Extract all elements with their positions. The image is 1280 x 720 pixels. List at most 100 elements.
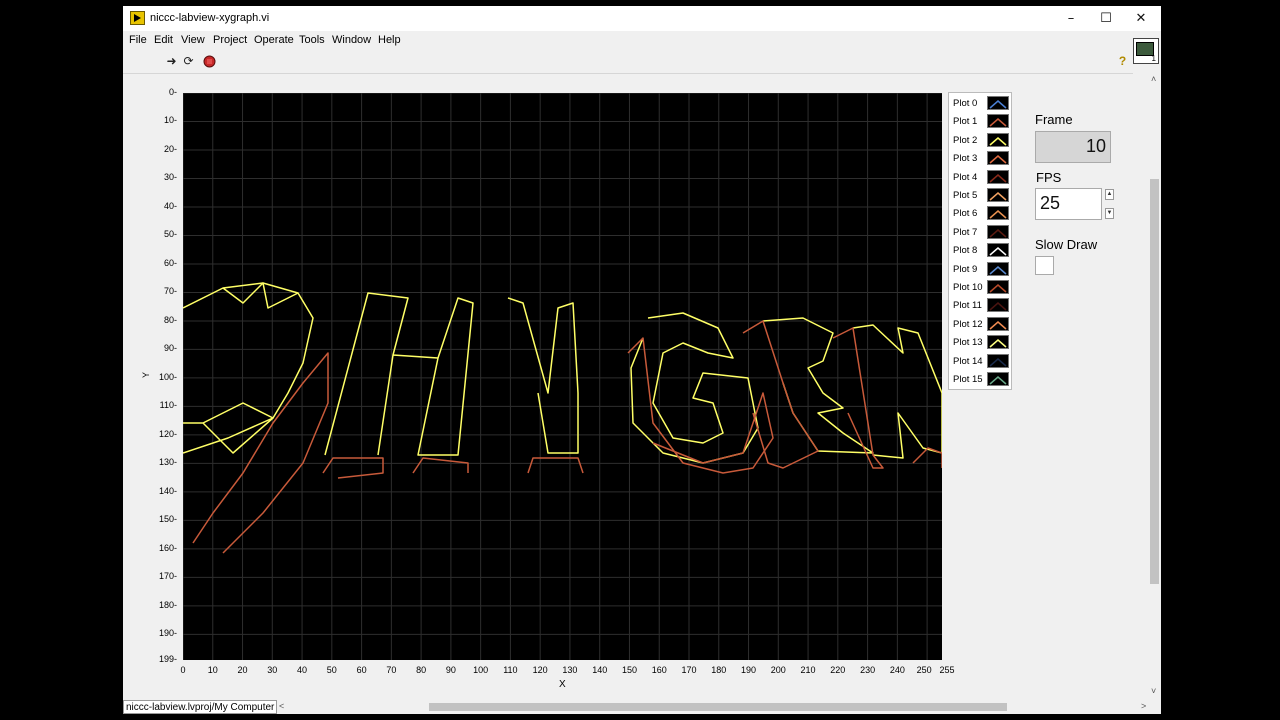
legend-item-label: Plot 3: [953, 153, 978, 165]
legend-item[interactable]: Plot 12: [949, 315, 1011, 333]
legend-swatch-icon: [987, 243, 1009, 258]
toolbar: ➜ ⟳ ?: [123, 51, 1133, 74]
y-tick-label: 120-: [158, 428, 177, 439]
menu-tools[interactable]: Tools: [299, 34, 325, 46]
legend-item[interactable]: Plot 5: [949, 186, 1011, 204]
x-tick-label: 90: [445, 665, 456, 675]
legend-swatch-icon: [987, 353, 1009, 368]
x-tick-label: 100: [473, 665, 489, 675]
context-help-icon[interactable]: ?: [1115, 54, 1130, 69]
menu-window[interactable]: Window: [332, 34, 371, 46]
scroll-right-icon[interactable]: ˃: [1141, 701, 1146, 711]
legend-item[interactable]: Plot 9: [949, 260, 1011, 278]
minimize-button[interactable]: –: [1053, 6, 1089, 31]
legend-swatch-icon: [987, 298, 1009, 313]
abort-execution-icon[interactable]: [202, 54, 217, 69]
menu-edit[interactable]: Edit: [154, 34, 173, 46]
legend-swatch-icon: [987, 261, 1009, 276]
menu-project[interactable]: Project: [213, 34, 247, 46]
scroll-up-icon[interactable]: ˄: [1151, 74, 1156, 84]
front-panel: Y X Plot 0 Plot 1 Plot 2 Plot 3 Plot 4 Plot 5…: [123, 74, 1148, 700]
y-axis-label: Y: [141, 371, 152, 379]
x-tick-label: 250: [916, 665, 932, 675]
legend-item[interactable]: Plot 8: [949, 241, 1011, 259]
legend-item[interactable]: Plot 3: [949, 149, 1011, 167]
y-tick-label: 90-: [163, 343, 177, 354]
legend-swatch-icon: [987, 206, 1009, 221]
x-tick-label: 110: [503, 665, 518, 675]
legend-swatch-icon: [987, 316, 1009, 331]
run-arrow-icon[interactable]: ➜: [164, 54, 179, 69]
legend-item[interactable]: Plot 10: [949, 278, 1011, 296]
fps-increment-icon[interactable]: ▲: [1105, 189, 1114, 200]
legend-swatch-icon: [987, 188, 1009, 202]
xy-graph-plot-area[interactable]: [182, 92, 943, 660]
vertical-scroll-thumb[interactable]: [1150, 179, 1159, 584]
legend-item-label: Plot 9: [953, 263, 978, 275]
legend-item[interactable]: Plot 11: [949, 296, 1011, 314]
legend-swatch-icon: [987, 224, 1009, 239]
horizontal-scrollbar[interactable]: niccc-labview.lvproj/My Computer ˂ ˃: [123, 700, 1161, 714]
x-tick-label: 50: [326, 665, 337, 675]
legend-item[interactable]: Plot 0: [949, 94, 1011, 112]
fps-decrement-icon[interactable]: ▼: [1105, 208, 1114, 219]
x-tick-label: 170: [681, 665, 697, 675]
x-tick-label: 240: [889, 665, 905, 675]
scroll-down-icon[interactable]: ˅: [1151, 686, 1156, 696]
plot-legend[interactable]: Plot 0 Plot 1 Plot 2 Plot 3 Plot 4 Plot 5 Plot…: [948, 92, 1012, 390]
legend-item[interactable]: Plot 6: [949, 204, 1011, 222]
wireframe-plot-trace: [527, 457, 584, 474]
legend-item-label: Plot 10: [953, 282, 983, 293]
wireframe-plot-trace: [742, 320, 819, 469]
y-tick-label: 170-: [158, 571, 177, 582]
x-tick-label: 60: [356, 665, 367, 675]
legend-item-label: Plot 4: [953, 171, 978, 183]
x-tick-label: 200: [770, 665, 786, 675]
legend-item[interactable]: Plot 15: [949, 370, 1011, 388]
run-continuously-icon[interactable]: ⟳: [181, 54, 196, 69]
legend-item[interactable]: Plot 14: [949, 352, 1011, 370]
slow-draw-checkbox[interactable]: [1035, 256, 1054, 275]
legend-item[interactable]: Plot 1: [949, 112, 1011, 130]
x-tick-label: 130: [562, 665, 578, 675]
y-tick-label: 20-: [163, 143, 177, 154]
horizontal-scroll-thumb[interactable]: [429, 703, 1007, 711]
wireframe-plot-trace: [182, 282, 314, 454]
legend-item-label: Plot 14: [953, 355, 983, 367]
scroll-left-icon[interactable]: ˂: [279, 701, 284, 711]
menu-view[interactable]: View: [181, 34, 205, 46]
menu-file[interactable]: File: [129, 34, 147, 46]
y-tick-label: 180-: [158, 599, 177, 610]
legend-item[interactable]: Plot 13: [949, 333, 1011, 351]
y-tick-label: 190-: [158, 628, 177, 639]
legend-item[interactable]: Plot 4: [949, 168, 1011, 186]
x-tick-label: 120: [532, 665, 548, 675]
legend-swatch-icon: [987, 151, 1009, 166]
legend-item[interactable]: Plot 2: [949, 131, 1011, 149]
menu-operate[interactable]: Operate: [254, 34, 294, 46]
x-tick-label: 150: [621, 665, 637, 675]
x-axis-label: X: [559, 679, 566, 690]
legend-swatch-icon: [987, 280, 1009, 294]
y-tick-label: 199-: [158, 654, 177, 664]
legend-item-label: Plot 5: [953, 190, 978, 201]
legend-swatch-icon: [987, 372, 1009, 386]
vi-icon[interactable]: [1133, 38, 1159, 64]
x-tick-label: 20: [237, 665, 248, 675]
fps-numeric-control[interactable]: 25: [1035, 188, 1102, 220]
close-button[interactable]: ✕: [1123, 6, 1159, 31]
menu-help[interactable]: Help: [378, 34, 401, 46]
legend-item-label: Plot 1: [953, 116, 978, 128]
y-tick-label: 0-: [168, 87, 177, 97]
vertical-scrollbar[interactable]: ˄ ˅: [1148, 74, 1161, 700]
legend-item[interactable]: Plot 7: [949, 223, 1011, 241]
legend-item-label: Plot 11: [953, 300, 982, 312]
legend-swatch-icon: [987, 169, 1009, 184]
maximize-button[interactable]: ☐: [1088, 6, 1124, 31]
x-tick-label: 30: [267, 665, 278, 675]
y-tick-label: 40-: [163, 200, 177, 211]
y-tick-label: 110-: [159, 400, 177, 411]
legend-item-label: Plot 13: [953, 337, 983, 349]
x-tick-label: 160: [651, 665, 667, 675]
x-tick-label: 0: [180, 665, 186, 675]
